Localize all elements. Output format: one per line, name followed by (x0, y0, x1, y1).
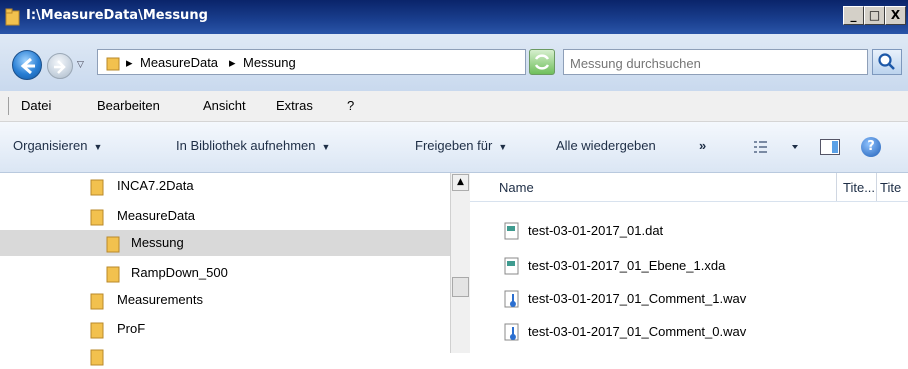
tree-item-rampdown-500[interactable]: RampDown_500 (0, 260, 450, 286)
column-separator[interactable] (836, 173, 837, 201)
file-row[interactable]: test-03-01-2017_01.dat (470, 218, 908, 244)
menu-bearbeiten[interactable]: Bearbeiten (97, 98, 160, 113)
tree-item-label: RampDown_500 (131, 265, 228, 280)
dropdown-arrow-icon: ▼ (93, 142, 103, 152)
play-all-button[interactable]: Alle wiedergeben (556, 138, 656, 153)
library-button[interactable]: In Bibliothek aufnehmen ▼ (176, 138, 330, 153)
tree-item-prof[interactable]: ProF (0, 316, 450, 342)
recent-pages-chevron-icon[interactable]: ▽ (77, 60, 84, 70)
crumb-separator[interactable]: ▸ (126, 55, 133, 71)
menu-ansicht[interactable]: Ansicht (203, 98, 246, 113)
menu-grip (8, 97, 9, 115)
refresh-button[interactable] (529, 49, 555, 75)
library-label: In Bibliothek aufnehmen (176, 138, 316, 153)
file-name: test-03-01-2017_01.dat (528, 223, 664, 238)
window-title: I:\MeasureData\Messung (26, 8, 208, 23)
preview-pane-icon[interactable] (820, 139, 840, 155)
column-header-title-1[interactable]: Tite... (843, 180, 875, 195)
tree-item-label: Messung (131, 235, 184, 250)
dropdown-arrow-icon: ▼ (498, 142, 508, 152)
folder-icon (89, 208, 105, 229)
crumb-separator[interactable]: ▸ (229, 55, 236, 71)
search-input[interactable] (564, 50, 866, 76)
crumb-messung[interactable]: Messung (243, 55, 296, 70)
search-box[interactable] (563, 49, 868, 76)
audio-file-icon (504, 290, 520, 311)
details-view-icon (754, 141, 798, 153)
menu-extras[interactable]: Extras (276, 98, 313, 113)
data-file-icon (504, 257, 520, 278)
minimize-button[interactable]: _ (843, 6, 864, 25)
menu-datei[interactable]: Datei (21, 98, 51, 113)
menu-help[interactable]: ? (347, 98, 354, 113)
dropdown-arrow-icon: ▼ (321, 142, 331, 152)
file-row[interactable]: test-03-01-2017_01_Comment_1.wav (470, 286, 908, 312)
share-button[interactable]: Freigeben für ▼ (415, 138, 507, 153)
file-name: test-03-01-2017_01_Comment_1.wav (528, 291, 747, 306)
tree-item-measurements[interactable]: Measurements (0, 287, 450, 313)
refresh-icon (534, 54, 550, 70)
folder-icon (89, 321, 105, 342)
address-bar[interactable]: ▸ MeasureData ▸ Messung ▼ (97, 49, 586, 75)
file-list: Name Tite... Tite test-03-01-2017_01.dat… (470, 173, 908, 353)
forward-arrow-icon (54, 60, 66, 74)
column-header-row: Name Tite... Tite (470, 173, 908, 202)
share-label: Freigeben für (415, 138, 493, 153)
file-row[interactable]: test-03-01-2017_01_Ebene_1.xda (470, 253, 908, 279)
folder-icon (89, 292, 105, 313)
file-name: test-03-01-2017_01_Comment_0.wav (528, 324, 747, 339)
scrollbar-thumb[interactable] (452, 277, 469, 297)
back-button[interactable] (12, 50, 42, 80)
change-view-button[interactable] (752, 138, 804, 159)
folder-icon (105, 265, 121, 286)
column-separator[interactable] (876, 173, 877, 201)
audio-file-icon (504, 323, 520, 344)
navigation-tree: INCA7.2Data MeasureData Messung RampDown… (0, 173, 450, 366)
folder-icon (105, 235, 121, 256)
column-header-title-2[interactable]: Tite (880, 180, 901, 195)
tree-scrollbar[interactable]: ▲ (450, 173, 470, 353)
tree-item-measuredata[interactable]: MeasureData (0, 203, 450, 229)
title-bar: I:\MeasureData\Messung _ □ X (0, 0, 908, 34)
tree-item-partial (0, 343, 450, 369)
crumb-measuredata[interactable]: MeasureData (140, 55, 218, 70)
close-button[interactable]: X (885, 6, 906, 25)
folder-icon (5, 8, 21, 29)
file-name: test-03-01-2017_01_Ebene_1.xda (528, 258, 726, 273)
column-header-name[interactable]: Name (499, 180, 534, 195)
back-arrow-icon (20, 57, 35, 75)
folder-icon (89, 348, 105, 369)
data-file-icon (504, 222, 520, 243)
folder-icon (89, 178, 105, 199)
tree-item-messung[interactable]: Messung (0, 230, 450, 256)
tree-item-label: Measurements (117, 292, 203, 307)
search-button[interactable] (872, 49, 902, 75)
forward-button[interactable] (47, 53, 73, 79)
tree-item-label: MeasureData (117, 208, 196, 223)
tree-item-label: INCA7.2Data (117, 178, 194, 193)
scroll-up-icon[interactable]: ▲ (452, 174, 469, 191)
search-icon (878, 53, 895, 70)
folder-icon (106, 55, 120, 74)
maximize-button[interactable]: □ (864, 6, 885, 25)
organize-button[interactable]: Organisieren ▼ (13, 138, 102, 153)
tree-item-label: ProF (117, 321, 146, 336)
more-commands-button[interactable]: » (699, 138, 706, 153)
menu-bar: Datei Bearbeiten Ansicht Extras ? (0, 91, 908, 122)
organize-label: Organisieren (13, 138, 88, 153)
file-row[interactable]: test-03-01-2017_01_Comment_0.wav (470, 319, 908, 345)
tree-item-inca72data[interactable]: INCA7.2Data (0, 173, 450, 199)
help-button[interactable]: ? (861, 137, 881, 157)
